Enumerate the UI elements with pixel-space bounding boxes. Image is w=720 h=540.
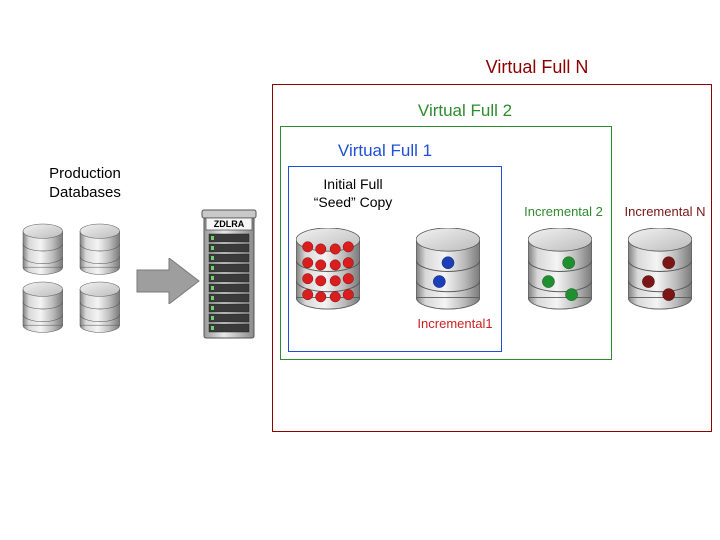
incremental-n-label: Incremental N (616, 204, 714, 219)
zdlra-appliance: ZDLRA (200, 208, 258, 346)
seed-cylinder-icon (296, 228, 360, 312)
incremental-1-label: Incremental1 (410, 316, 500, 331)
arrow-icon (135, 258, 201, 304)
zdlra-label: ZDLRA (214, 219, 245, 229)
virtual-full-1-title: Virtual Full 1 (315, 141, 455, 161)
incremental-2-label: Incremental 2 (516, 204, 611, 219)
seed-copy-label: Initial Full “Seed” Copy (298, 176, 408, 211)
incremental-1-cylinder-icon (416, 228, 480, 312)
incremental-2-cylinder-icon (528, 228, 592, 312)
virtual-full-n-title: Virtual Full N (452, 57, 622, 78)
virtual-full-2-title: Virtual Full 2 (390, 101, 540, 121)
production-db-cluster (18, 222, 138, 342)
production-databases-label: Production Databases (30, 165, 140, 203)
incremental-n-cylinder-icon (628, 228, 692, 312)
